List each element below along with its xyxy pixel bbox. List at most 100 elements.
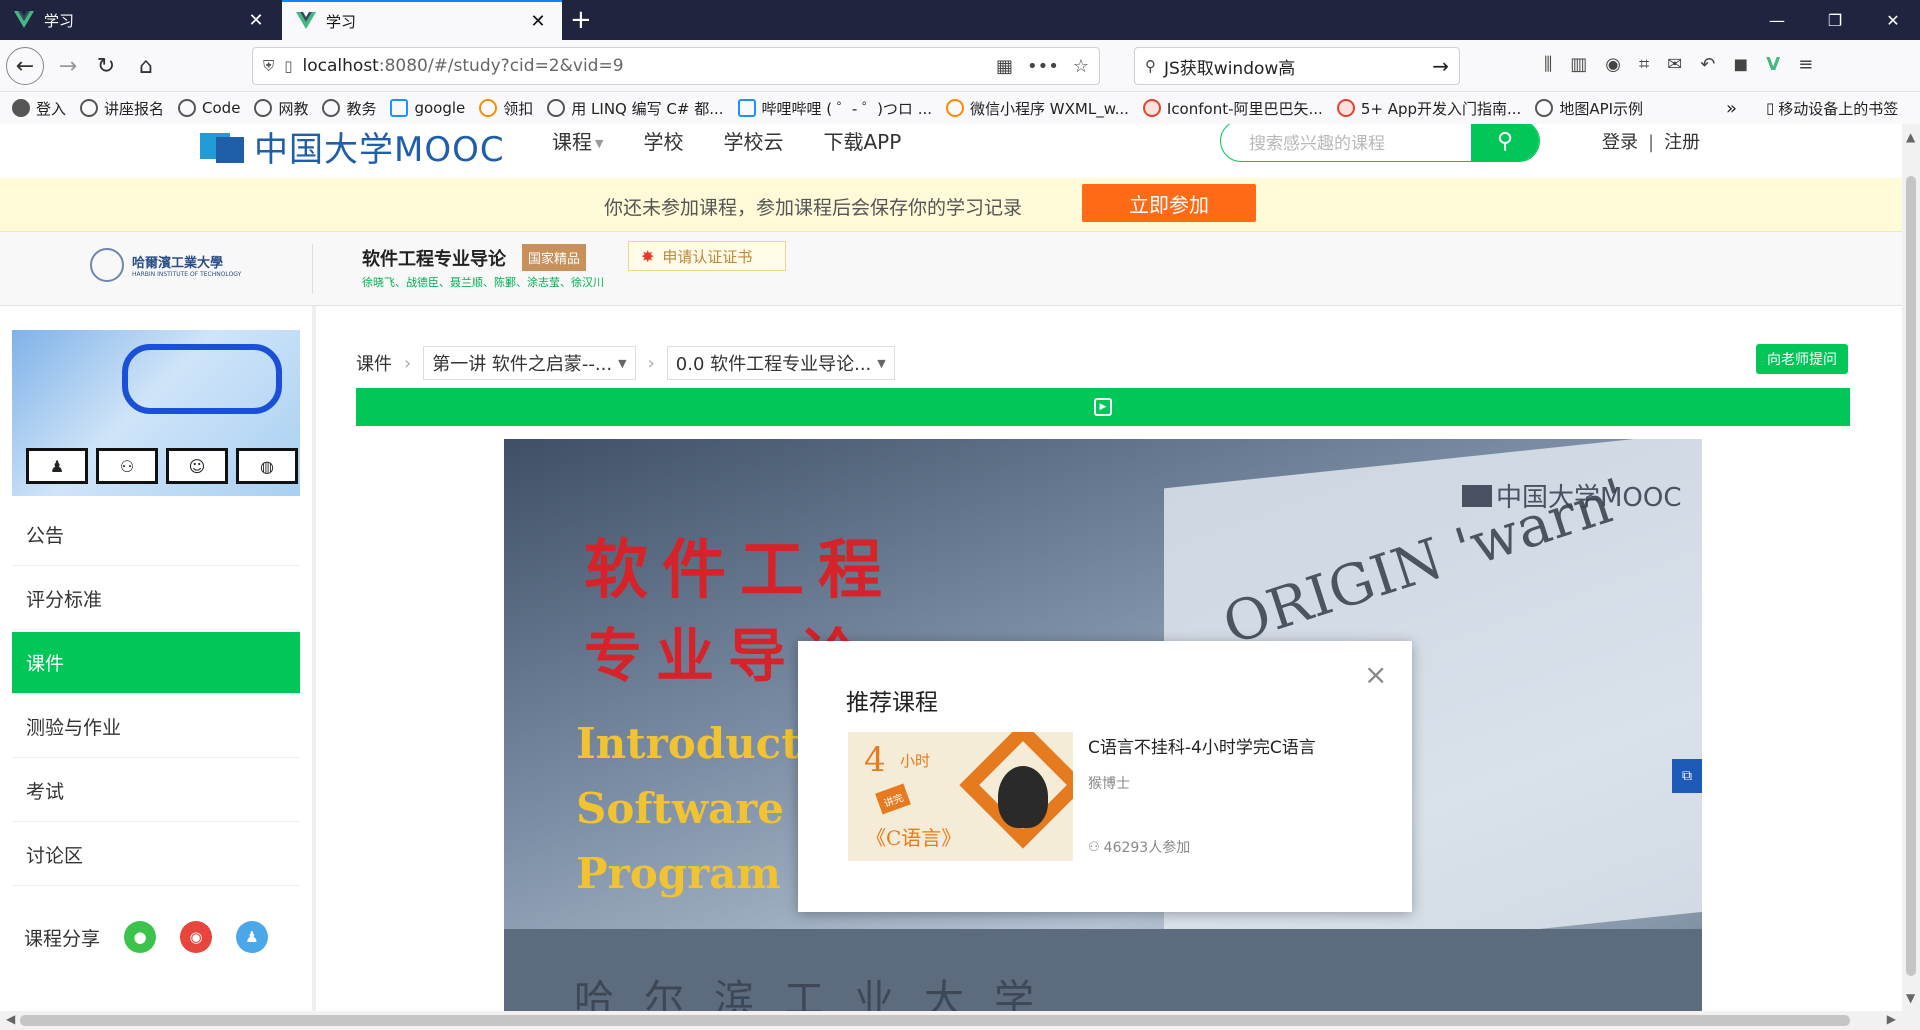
- nav-school-cloud[interactable]: 学校云: [723, 126, 783, 155]
- reload-icon[interactable]: ↻: [90, 50, 122, 82]
- vue-devtools-icon[interactable]: V: [1766, 54, 1780, 75]
- bookmark-item[interactable]: 5+ App开发入门指南...: [1336, 98, 1521, 119]
- bookmark-item[interactable]: 登入: [12, 98, 66, 119]
- join-course-button[interactable]: 立即参加: [1082, 184, 1256, 222]
- vue-favicon-icon: [296, 12, 316, 29]
- qrcode-icon[interactable]: ▦: [996, 56, 1013, 77]
- scroll-down-icon[interactable]: ▼: [1906, 991, 1915, 1005]
- bookmark-item[interactable]: 网教: [254, 98, 308, 119]
- bookmark-item[interactable]: google: [390, 99, 465, 117]
- presenter-icon: ♟: [26, 448, 88, 484]
- bookmarks-more-icon[interactable]: »: [1726, 92, 1737, 124]
- extension-icon[interactable]: ◼: [1733, 54, 1748, 75]
- account-icon[interactable]: ◉: [1605, 54, 1621, 75]
- bookmark-item[interactable]: 领扣: [479, 98, 533, 119]
- nav-courses[interactable]: 课程 ▼: [552, 126, 603, 155]
- forward-icon[interactable]: →: [52, 50, 84, 82]
- menu-item-quizzes[interactable]: 测验与作业: [12, 696, 300, 758]
- qq-icon[interactable]: ♟: [236, 921, 269, 953]
- vue-favicon-icon: [14, 11, 34, 28]
- browser-search-bar[interactable]: ⚲ JS获取window高 →: [1134, 47, 1460, 85]
- apply-certificate-button[interactable]: ✸ 申请认证证书: [628, 241, 786, 271]
- page-icon[interactable]: ▯: [284, 57, 292, 75]
- lesson-select[interactable]: 0.0 软件工程专业导论... ▼: [666, 346, 895, 380]
- menu-item-courseware[interactable]: 课件: [12, 632, 300, 694]
- scroll-left-icon[interactable]: ◀: [6, 1012, 15, 1026]
- horizontal-scrollbar[interactable]: ◀ ▶: [0, 1011, 1920, 1030]
- bookmark-item[interactable]: 地图API示例: [1535, 98, 1643, 119]
- column-divider: [312, 306, 316, 1011]
- bookmark-item[interactable]: 微信小程序 WXML_w...: [946, 98, 1129, 119]
- back-icon[interactable]: ←: [6, 47, 44, 85]
- bookmark-item[interactable]: 用 LINQ 编写 C# 都...: [547, 98, 724, 119]
- mooc-logo-icon: [200, 132, 244, 163]
- bookmark-star-icon[interactable]: ☆: [1073, 56, 1089, 77]
- bookmark-item[interactable]: Code: [178, 99, 240, 117]
- register-link[interactable]: 注册: [1664, 132, 1700, 153]
- crop-icon[interactable]: ⌗: [1639, 54, 1649, 75]
- course-search[interactable]: 搜索感兴趣的课程 ⚲: [1220, 124, 1540, 162]
- new-tab-icon[interactable]: +: [570, 6, 592, 34]
- library-icon[interactable]: ⫼: [1544, 54, 1552, 75]
- recommended-course-title[interactable]: C语言不挂科-4小时学完C语言: [1088, 733, 1316, 758]
- nav-download-app[interactable]: 下载APP: [823, 126, 901, 155]
- search-query[interactable]: JS获取window高: [1164, 54, 1432, 79]
- menu-icon[interactable]: ≡: [1798, 54, 1813, 75]
- bookmark-item[interactable]: 讲座报名: [80, 98, 164, 119]
- close-tab-icon[interactable]: ✕: [528, 11, 548, 32]
- search-go-icon[interactable]: →: [1432, 54, 1449, 78]
- url-text[interactable]: localhost:8080/#/study?cid=2&vid=9: [303, 56, 982, 76]
- restore-icon[interactable]: ❐: [1806, 0, 1864, 40]
- bookmark-label: 教务: [346, 99, 377, 118]
- bookmark-item[interactable]: Iconfont-阿里巴巴矢...: [1142, 98, 1323, 119]
- teacher-list[interactable]: 徐晓飞、战德臣、聂兰顺、陈鄞、涂志莹、徐汉川: [362, 274, 604, 290]
- course-thumbnail[interactable]: 4 小时 讲完 《C语言》: [848, 732, 1073, 861]
- more-actions-icon[interactable]: •••: [1027, 56, 1059, 77]
- video-watermark: 中国大学MOOC: [1462, 477, 1682, 514]
- course-search-input[interactable]: 搜索感兴趣的课程: [1221, 129, 1471, 154]
- close-window-icon[interactable]: ✕: [1864, 0, 1920, 40]
- bookmark-item[interactable]: 哔哩哔哩 ( ゜- ゜)つロ ...: [737, 98, 933, 119]
- scroll-right-icon[interactable]: ▶: [1887, 1012, 1896, 1026]
- nav-schools[interactable]: 学校: [643, 126, 683, 155]
- menu-item-grading[interactable]: 评分标准: [12, 568, 300, 630]
- shield-icon[interactable]: ⛨: [263, 57, 274, 75]
- browser-tab[interactable]: 学习 ✕: [0, 0, 280, 40]
- logo-text: 中国大学MOOC: [254, 130, 505, 170]
- thumb-language: 《C语言》: [866, 826, 962, 850]
- home-icon[interactable]: ⌂: [130, 50, 162, 82]
- minimize-icon[interactable]: —: [1748, 0, 1806, 40]
- wechat-icon[interactable]: ●: [124, 921, 157, 953]
- chat-icon[interactable]: ✉: [1667, 54, 1682, 75]
- site-logo[interactable]: 中国大学MOOC: [198, 124, 505, 171]
- picture-in-picture-icon[interactable]: ⧉: [1672, 759, 1702, 793]
- video-play-icon[interactable]: ▶: [1094, 398, 1112, 416]
- browser-tab-active[interactable]: 学习 ✕: [282, 0, 562, 40]
- menu-item-announcements[interactable]: 公告: [12, 504, 300, 566]
- school-logo[interactable]: 哈爾濱工業大學 HARBIN INSTITUTE OF TECHNOLOGY: [90, 248, 241, 282]
- crumb-courseware[interactable]: 课件: [356, 350, 392, 376]
- search-icon[interactable]: ⚲: [1471, 124, 1539, 161]
- scroll-up-icon[interactable]: ▲: [1906, 130, 1915, 144]
- bookmark-item[interactable]: 教务: [322, 98, 376, 119]
- menu-item-exams[interactable]: 考试: [12, 760, 300, 822]
- vertical-scroll-thumb[interactable]: [1906, 176, 1916, 976]
- courseware-breadcrumb: 课件 › 第一讲 软件之启蒙--... ▼ › 0.0 软件工程专业导论... ▼: [356, 346, 895, 380]
- horizontal-scroll-thumb[interactable]: [20, 1015, 1850, 1026]
- bookmark-label: 哔哩哔哩 ( ゜- ゜)つロ ...: [761, 99, 933, 118]
- menu-item-forum[interactable]: 讨论区: [12, 824, 300, 886]
- close-icon[interactable]: ×: [1364, 661, 1387, 689]
- chapter-select[interactable]: 第一讲 软件之启蒙--... ▼: [423, 346, 636, 380]
- mobile-bookmarks[interactable]: ▯ 移动设备上的书签: [1766, 92, 1898, 124]
- bookmarks-bar: 登入 讲座报名 Code 网教 教务 google 领扣 用 LINQ 编写 C…: [0, 92, 1920, 124]
- course-share: 课程分享 ● ◉ ♟: [12, 898, 300, 976]
- ask-teacher-button[interactable]: 向老师提问: [1756, 344, 1848, 374]
- school-name: 哈爾濱工業大學: [132, 256, 224, 271]
- undo-icon[interactable]: ↶: [1700, 54, 1715, 75]
- url-bar[interactable]: ⛨ ▯ localhost:8080/#/study?cid=2&vid=9 ▦…: [252, 47, 1100, 85]
- weibo-icon[interactable]: ◉: [180, 921, 213, 953]
- close-tab-icon[interactable]: ✕: [246, 10, 266, 31]
- login-link[interactable]: 登录: [1602, 132, 1638, 153]
- vertical-scrollbar[interactable]: ▲ ▼: [1902, 124, 1920, 1011]
- sidebar-icon[interactable]: ▥: [1570, 54, 1587, 75]
